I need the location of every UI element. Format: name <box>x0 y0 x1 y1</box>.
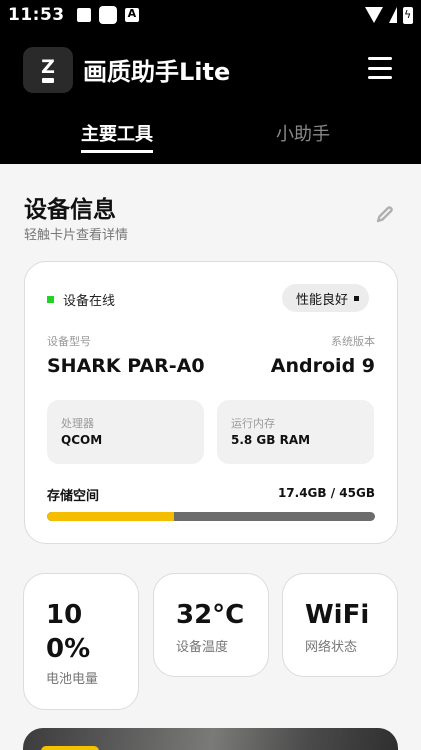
battery-value: 100% <box>46 600 91 664</box>
ram-label: 运行内存 <box>231 417 275 430</box>
storage-label: 存储空间 <box>47 489 100 504</box>
cpu-value: QCOM <box>61 433 103 447</box>
system-version-value: Android 9 <box>270 355 375 377</box>
status-time: 11:53 <box>8 5 65 25</box>
cpu-card: 处理器 QCOM <box>47 400 204 464</box>
app-header: Z 画质助手Lite 主要工具 小助手 <box>0 30 421 164</box>
online-dot-icon <box>47 296 54 303</box>
performance-badge: 性能良好 <box>282 284 370 312</box>
storage-progress-bar <box>47 512 375 521</box>
active-tab-underline <box>81 150 153 153</box>
battery-label: 电池电量 <box>46 672 99 687</box>
cpu-label: 处理器 <box>61 417 94 430</box>
tab-main-tools[interactable]: 主要工具 <box>81 120 153 153</box>
ram-card: 运行内存 5.8 GB RAM <box>217 400 374 464</box>
storage-progress-fill <box>47 512 174 521</box>
online-status-label: 设备在线 <box>63 294 116 309</box>
ram-value: 5.8 GB RAM <box>231 433 311 447</box>
model-label: 设备型号 <box>47 335 91 348</box>
network-value: WiFi <box>305 600 370 630</box>
network-label: 网络状态 <box>305 640 358 655</box>
device-info-card[interactable]: 设备在线 性能良好 设备型号 系统版本 SHARK PAR-A0 Android… <box>24 261 398 544</box>
tab-main-tools-label: 主要工具 <box>81 124 153 145</box>
model-value: SHARK PAR-A0 <box>47 355 205 377</box>
performance-badge-label: 性能良好 <box>296 292 349 308</box>
storage-value: 17.4GB / 45GB <box>277 486 375 500</box>
feature-image-card[interactable] <box>23 728 398 750</box>
status-bar: 11:53 <box>0 0 421 30</box>
section-title: 设备信息 <box>24 197 116 223</box>
battery-card[interactable]: 100% 电池电量 <box>23 573 139 710</box>
tab-helper[interactable]: 小助手 <box>276 120 330 146</box>
wifi-icon <box>365 7 383 23</box>
notification-icons <box>76 6 139 24</box>
temperature-value: 32°C <box>176 600 245 630</box>
tab-helper-label: 小助手 <box>276 124 330 145</box>
system-version-label: 系统版本 <box>331 335 375 348</box>
battery-charging-icon <box>403 6 413 24</box>
temperature-label: 设备温度 <box>176 640 229 655</box>
app-logo: Z <box>23 47 73 93</box>
network-card[interactable]: WiFi 网络状态 <box>282 573 398 677</box>
signal-icon <box>389 7 397 23</box>
image-notification-icon <box>76 8 91 22</box>
a-notification-icon <box>124 7 139 22</box>
system-icons <box>365 6 413 24</box>
performance-dot-icon <box>354 295 360 301</box>
logo-letter: Z <box>41 55 55 78</box>
app-title: 画质助手Lite <box>83 58 231 86</box>
logo-bar <box>42 77 54 83</box>
temperature-card[interactable]: 32°C 设备温度 <box>153 573 269 677</box>
online-status: 设备在线 <box>47 290 115 309</box>
feature-tag <box>41 746 99 750</box>
app-notification-icon <box>98 6 117 24</box>
hamburger-menu-icon[interactable] <box>368 57 392 79</box>
section-subtitle: 轻触卡片查看详情 <box>24 228 129 243</box>
main-content: 设备信息 轻触卡片查看详情 设备在线 性能良好 设备型号 系统版本 SHARK … <box>0 164 421 750</box>
edit-icon[interactable] <box>375 204 395 224</box>
